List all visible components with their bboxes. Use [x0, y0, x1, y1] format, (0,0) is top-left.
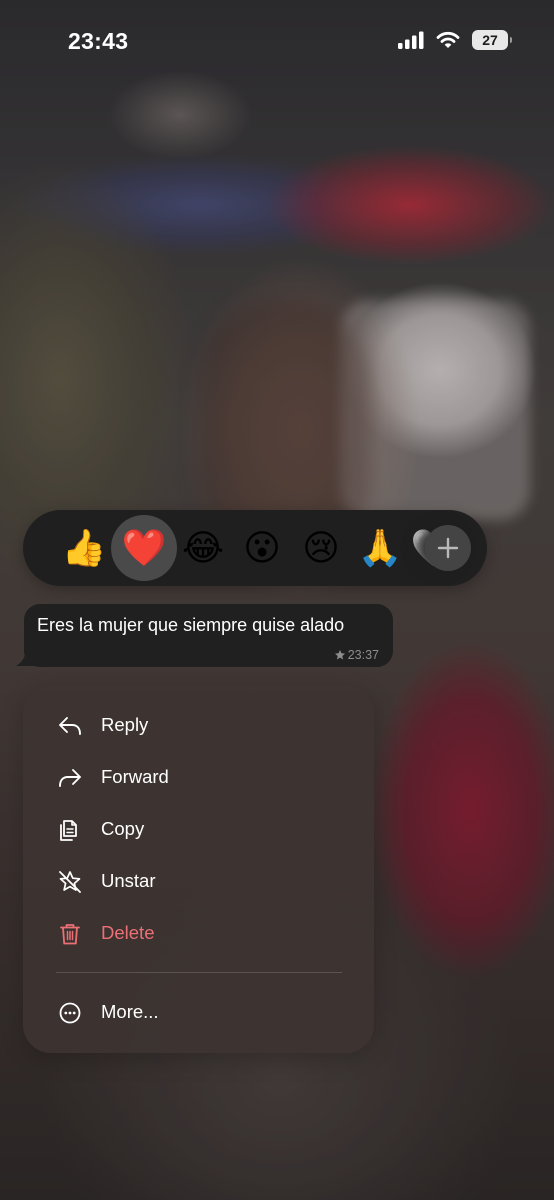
signal-icon: [398, 31, 424, 49]
menu-item-label: Unstar: [101, 870, 156, 891]
wifi-icon: [436, 31, 460, 48]
message-time: 23:37: [347, 648, 379, 662]
reply-icon: [59, 717, 81, 735]
menu-item-delete[interactable]: Delete: [23, 908, 374, 960]
unstar-icon: [59, 871, 81, 893]
message-context-menu: Reply Forward Copy Unstar Delete More...: [23, 686, 374, 1053]
message-meta: 23:37: [334, 648, 379, 662]
status-icons: 27: [398, 30, 512, 50]
status-time: 23:43: [68, 28, 129, 54]
menu-item-copy[interactable]: Copy: [23, 804, 374, 856]
menu-item-label: More...: [101, 1001, 159, 1022]
reaction-bar: 👍 ❤️ 😂 😮 😢 🙏 🤍: [23, 510, 487, 586]
forward-icon: [59, 769, 81, 787]
menu-item-reply[interactable]: Reply: [23, 700, 374, 752]
thumbs-up-emoji[interactable]: 👍: [54, 510, 114, 586]
message-bubble[interactable]: Eres la mujer que siempre quise alado 23…: [24, 604, 393, 667]
menu-item-label: Forward: [101, 766, 169, 787]
menu-item-more[interactable]: More...: [23, 987, 374, 1039]
folded-hands-emoji[interactable]: 🙏: [350, 510, 410, 586]
star-icon: [334, 650, 345, 660]
plus-icon: [437, 537, 459, 559]
trash-icon: [60, 924, 80, 945]
surprised-emoji[interactable]: 😮: [232, 510, 292, 586]
menu-divider: [56, 972, 342, 973]
red-heart-emoji[interactable]: ❤️: [111, 510, 177, 586]
tears-of-joy-emoji[interactable]: 😂: [173, 510, 233, 586]
more-reactions-button[interactable]: [425, 525, 471, 571]
menu-item-unstar[interactable]: Unstar: [23, 856, 374, 908]
menu-item-label: Copy: [101, 818, 145, 839]
menu-item-label: Delete: [101, 922, 155, 943]
battery-icon: 27: [472, 30, 512, 50]
menu-item-forward[interactable]: Forward: [23, 752, 374, 804]
copy-icon: [60, 820, 77, 841]
menu-item-label: Reply: [101, 714, 149, 735]
crying-emoji[interactable]: 😢: [291, 510, 351, 586]
battery-level: 27: [482, 32, 498, 48]
message-text: Eres la mujer que siempre quise alado: [37, 615, 345, 635]
more-icon: [59, 1002, 81, 1024]
